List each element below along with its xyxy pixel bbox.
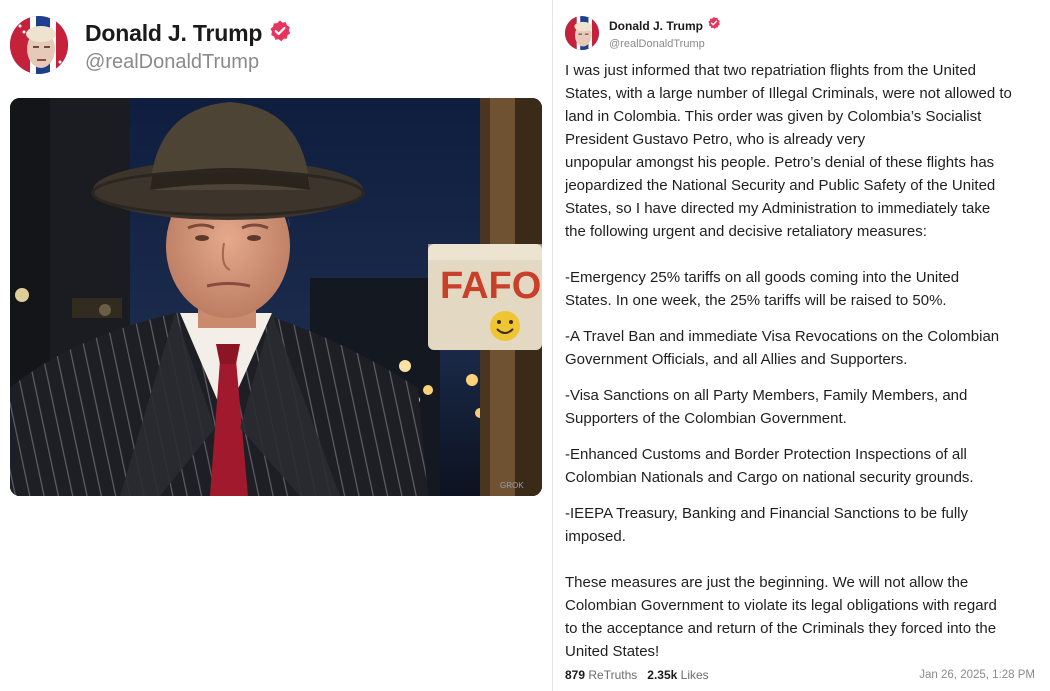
- author-handle[interactable]: @realDonaldTrump: [609, 38, 721, 50]
- measure-line: -IEEPA Treasury, Banking and Financial S…: [565, 505, 968, 522]
- smiley-face-icon: [490, 311, 520, 341]
- post-image[interactable]: FAFO GROK: [10, 98, 542, 496]
- post-footer: 879 ReTruths 2.35k Likes Jan 26, 2025, 1…: [565, 668, 1035, 682]
- closing-line: Colombian Government to violate its lega…: [565, 597, 997, 614]
- intro-line: jeopardized the National Security and Pu…: [565, 177, 996, 194]
- author-handle[interactable]: @realDonaldTrump: [85, 51, 292, 74]
- closing-line: These measures are just the beginning. W…: [565, 574, 969, 591]
- intro-line: the following urgent and decisive retali…: [565, 223, 927, 240]
- measure-line: Government Officials, and all Allies and…: [565, 351, 908, 368]
- closing-line: United States!: [565, 643, 660, 660]
- author-name[interactable]: Donald J. Trump: [85, 20, 262, 47]
- measure-line: -Visa Sanctions on all Party Members, Fa…: [565, 387, 968, 404]
- intro-line: land in Colombia. This order was given b…: [565, 108, 982, 125]
- right-post-card: Donald J. Trump @realDonaldTrump I was j…: [552, 0, 1050, 691]
- intro-line: States, with a large number of Illegal C…: [565, 85, 1012, 102]
- measure-line: Colombian Nationals and Cargo on nationa…: [565, 469, 974, 486]
- retruths-label: ReTruths: [588, 668, 638, 682]
- intro-line: President Gustavo Petro, who is already …: [565, 131, 866, 148]
- avatar[interactable]: [565, 16, 599, 50]
- intro-line: States, so I have directed my Administra…: [565, 200, 991, 217]
- measure-line: States. In one week, the 25% tariffs wil…: [565, 292, 947, 309]
- post-body: I was just informed that two repatriatio…: [565, 59, 1040, 663]
- post-timestamp[interactable]: Jan 26, 2025, 1:28 PM: [919, 669, 1035, 681]
- intro-line: unpopular amongst his people. Petro’s de…: [565, 154, 995, 171]
- verified-badge-icon: [268, 19, 292, 48]
- left-post-card: Donald J. Trump @realDonaldTrump FAFO GR…: [0, 0, 552, 691]
- likes-count: 2.35k: [647, 668, 678, 682]
- measure-line: -Emergency 25% tariffs on all goods comi…: [565, 269, 960, 286]
- retruths-stat[interactable]: 879 ReTruths: [565, 668, 637, 682]
- closing-line: to the acceptance and return of the Crim…: [565, 620, 997, 637]
- intro-line: I was just informed that two repatriatio…: [565, 62, 977, 79]
- measure-line: -A Travel Ban and immediate Visa Revocat…: [565, 328, 1000, 345]
- sign-text: FAFO: [440, 265, 541, 307]
- author-name[interactable]: Donald J. Trump: [609, 19, 703, 33]
- retruths-count: 879: [565, 668, 586, 682]
- verified-badge-icon: [707, 16, 721, 35]
- left-post-header: Donald J. Trump @realDonaldTrump: [10, 16, 292, 74]
- avatar[interactable]: [10, 16, 68, 74]
- measure-line: imposed.: [565, 528, 626, 545]
- measure-line: -Enhanced Customs and Border Protection …: [565, 446, 967, 463]
- likes-label: Likes: [680, 668, 709, 682]
- right-post-header: Donald J. Trump @realDonaldTrump: [565, 16, 721, 50]
- likes-stat[interactable]: 2.35k Likes: [647, 668, 708, 682]
- measure-line: Supporters of the Colombian Government.: [565, 410, 847, 427]
- grok-watermark: GROK: [500, 481, 524, 490]
